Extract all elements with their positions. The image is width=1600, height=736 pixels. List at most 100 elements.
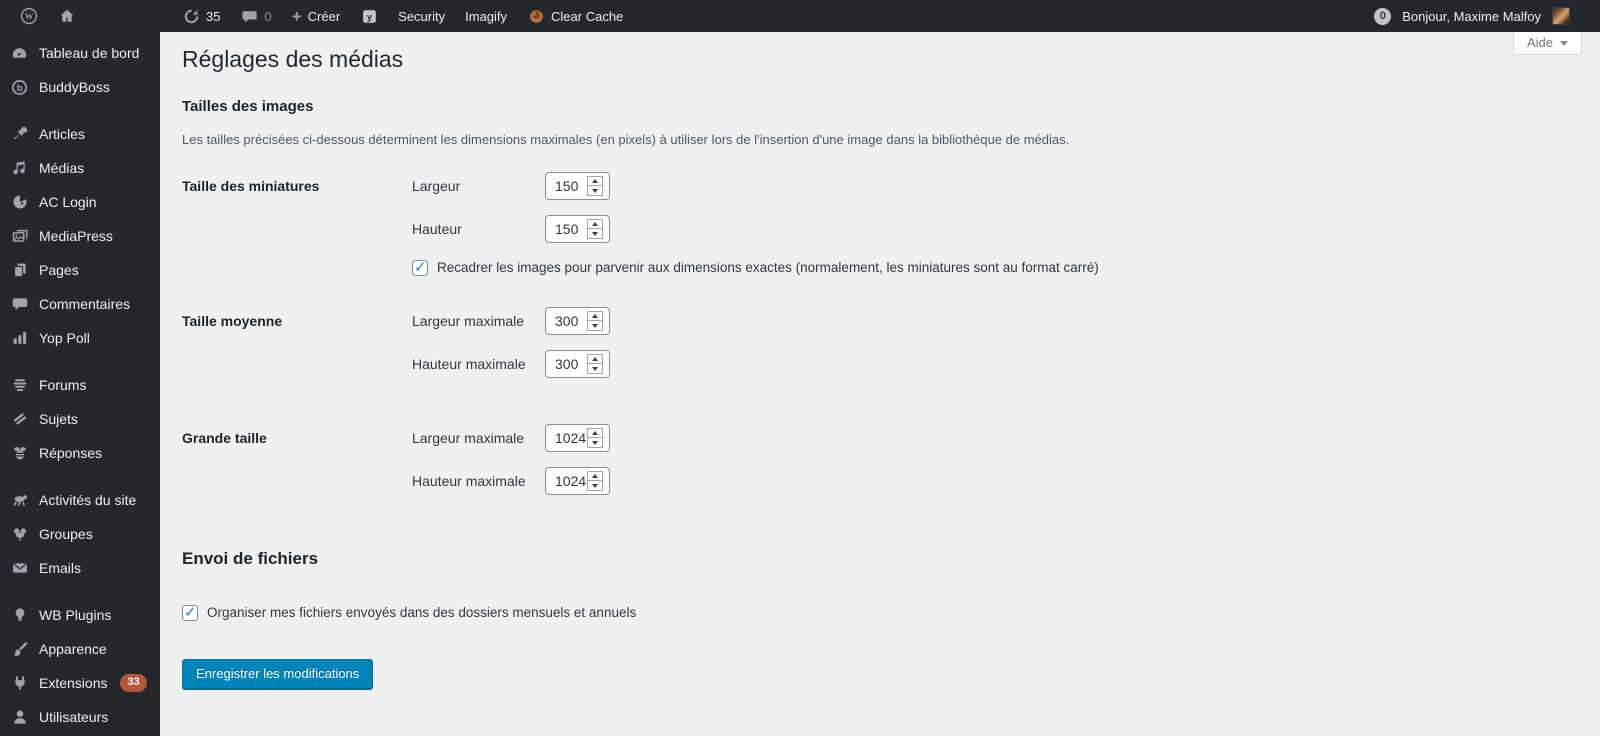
sidebar-item-dashboard[interactable]: Tableau de bord — [0, 36, 160, 70]
sidebar-item-label: Groupes — [39, 526, 93, 542]
thumbnail-height-input[interactable] — [546, 215, 587, 242]
medium-width-stepper[interactable] — [587, 310, 603, 331]
large-width-stepper[interactable] — [587, 427, 603, 448]
large-width-input-wrap — [545, 423, 610, 452]
pages-icon — [9, 260, 30, 280]
yoast-icon: y — [360, 7, 378, 25]
bulb-icon — [9, 605, 30, 625]
sidebar-item-label: MediaPress — [39, 228, 113, 244]
medium-height-input-wrap — [545, 349, 610, 378]
admin-bar: W 35 0 + Créer y Security Imagify Clear … — [0, 0, 1600, 32]
activity-icon — [9, 490, 30, 510]
sidebar-item-wb-plugins[interactable]: WB Plugins — [0, 598, 160, 632]
thumbnail-width-stepper[interactable] — [587, 175, 603, 196]
thumbnail-width-input[interactable] — [546, 172, 587, 199]
svg-text:b: b — [17, 83, 23, 94]
save-changes-button[interactable]: Enregistrer les modifications — [182, 658, 374, 690]
sidebar-item-label: Extensions — [39, 675, 108, 691]
sidebar-item-extensions[interactable]: Extensions 33 — [0, 666, 160, 700]
sidebar-item-apparence[interactable]: Apparence — [0, 632, 160, 666]
sidebar-item-label: BuddyBoss — [39, 79, 110, 95]
thumbnail-height-label: Hauteur — [412, 220, 462, 237]
forums-icon — [9, 375, 30, 395]
crop-thumbnail-option[interactable]: Recadrer les images pour parvenir aux di… — [412, 258, 1578, 276]
sidebar-item-commentaires[interactable]: Commentaires — [0, 287, 160, 321]
new-content-menu[interactable]: + Créer — [282, 0, 350, 32]
medium-size-label: Taille moyenne — [182, 312, 283, 329]
sidebar-item-label: Articles — [39, 126, 85, 142]
sidebar-item-buddyboss[interactable]: b BuddyBoss — [0, 70, 160, 104]
sidebar-item-emails[interactable]: Emails — [0, 551, 160, 585]
clear-cache-menu[interactable]: Clear Cache — [517, 0, 633, 32]
large-width-input[interactable] — [546, 424, 587, 451]
sidebar-item-label: Apparence — [39, 641, 107, 657]
sidebar-item-reponses[interactable]: Réponses — [0, 436, 160, 470]
thumbnail-size-label: Taille des miniatures — [182, 177, 320, 194]
notification-count-badge[interactable]: 0 — [1374, 7, 1392, 25]
comments-menu[interactable]: 0 — [230, 0, 281, 32]
media-icon — [9, 158, 30, 178]
sidebar-item-label: WB Plugins — [39, 607, 112, 623]
groups-icon — [9, 524, 30, 544]
large-height-input[interactable] — [546, 467, 587, 494]
imagify-label: Imagify — [465, 8, 508, 24]
sidebar-item-label: Réponses — [39, 445, 103, 461]
organize-checkbox-label: Organiser mes fichiers envoyés dans des … — [207, 605, 637, 621]
sidebar-item-label: Emails — [39, 560, 82, 576]
avatar[interactable] — [1552, 7, 1570, 25]
visit-site-menu[interactable] — [48, 0, 86, 32]
topics-icon — [9, 409, 30, 429]
sidebar-item-utilisateurs[interactable]: Utilisateurs — [0, 700, 160, 734]
svg-text:y: y — [367, 12, 373, 22]
medium-height-stepper[interactable] — [587, 353, 603, 374]
wordpress-logo-icon: W — [20, 7, 38, 25]
large-size-label: Grande taille — [182, 429, 267, 446]
help-tab-label: Aide — [1526, 35, 1553, 50]
comment-icon — [9, 294, 30, 314]
updates-menu[interactable]: 35 — [172, 0, 230, 32]
sidebar-item-forums[interactable]: Forums — [0, 368, 160, 402]
sidebar-item-pages[interactable]: Pages — [0, 253, 160, 287]
medium-width-input[interactable] — [546, 307, 587, 334]
thumbnail-height-stepper[interactable] — [587, 218, 603, 239]
large-width-label: Largeur maximale — [412, 429, 525, 446]
user-icon — [9, 707, 30, 727]
sidebar-item-label: Forums — [39, 377, 87, 393]
sidebar-item-medias[interactable]: Médias — [0, 151, 160, 185]
crop-checkbox[interactable] — [412, 258, 428, 276]
home-icon — [58, 7, 76, 25]
security-label: Security — [398, 8, 446, 24]
yoast-menu[interactable]: y — [350, 0, 388, 32]
medium-height-input[interactable] — [546, 350, 587, 377]
image-sizes-heading: Tailles des images — [182, 97, 314, 115]
large-height-stepper[interactable] — [587, 470, 603, 491]
security-menu[interactable]: Security — [388, 0, 455, 32]
poll-icon — [9, 328, 30, 348]
sidebar-item-label: Yop Poll — [39, 330, 90, 346]
sidebar-item-yop-poll[interactable]: Yop Poll — [0, 321, 160, 355]
cache-plugin-icon — [527, 7, 545, 25]
wordpress-logo-menu[interactable]: W — [10, 0, 48, 32]
updates-count: 35 — [206, 8, 221, 24]
sidebar-item-label: Pages — [39, 262, 79, 278]
sidebar-item-groupes[interactable]: Groupes — [0, 517, 160, 551]
admin-bar-right: 0 Bonjour, Maxime Malfoy — [1374, 0, 1600, 32]
organize-uploads-option[interactable]: Organiser mes fichiers envoyés dans des … — [182, 603, 1578, 621]
sidebar-item-sujets[interactable]: Sujets — [0, 402, 160, 436]
plug-icon — [9, 673, 30, 693]
imagify-menu[interactable]: Imagify — [455, 0, 517, 32]
dashboard-icon — [9, 43, 30, 63]
organize-checkbox[interactable] — [182, 603, 198, 621]
my-account-menu[interactable]: Bonjour, Maxime Malfoy — [1400, 0, 1543, 32]
large-height-input-wrap — [545, 466, 610, 495]
sidebar-item-label: Utilisateurs — [39, 709, 109, 725]
sidebar-item-activites[interactable]: Activités du site — [0, 483, 160, 517]
help-tab[interactable]: Aide — [1512, 32, 1582, 55]
thumbnail-width-label: Largeur — [412, 177, 461, 194]
comment-bubble-icon — [240, 7, 258, 25]
sidebar-item-mediapress[interactable]: MediaPress — [0, 219, 160, 253]
sidebar-item-articles[interactable]: Articles — [0, 117, 160, 151]
buddyboss-icon: b — [9, 77, 30, 97]
admin-bar-left: W 35 0 + Créer y Security Imagify Clear … — [0, 0, 633, 32]
sidebar-item-ac-login[interactable]: AC Login — [0, 185, 160, 219]
